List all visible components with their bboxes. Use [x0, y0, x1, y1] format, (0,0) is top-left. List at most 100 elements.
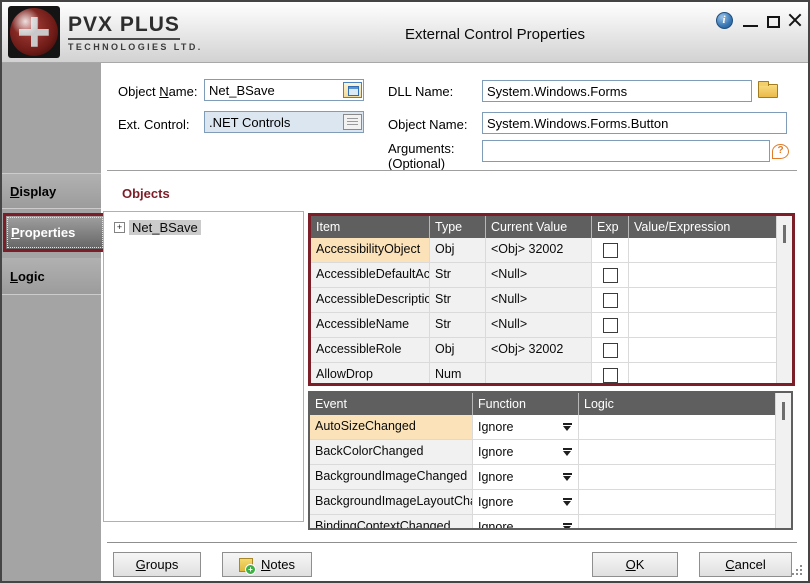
property-item-cell[interactable]: AccessibilityObject	[311, 238, 429, 262]
event-name-cell[interactable]: BindingContextChanged	[310, 515, 472, 530]
function-value: Ignore	[478, 441, 513, 464]
dropdown-arrow-icon	[563, 523, 572, 530]
event-function-dropdown[interactable]: Ignore	[472, 465, 578, 489]
event-function-dropdown[interactable]: Ignore	[472, 415, 578, 439]
event-function-dropdown[interactable]: Ignore	[472, 440, 578, 464]
groups-button-label: Groups	[136, 557, 179, 572]
event-logic-cell[interactable]	[578, 490, 776, 514]
exp-checkbox[interactable]	[603, 293, 618, 308]
property-value-expression-cell[interactable]	[628, 363, 777, 386]
events-scrollbar-thumb[interactable]	[782, 402, 785, 420]
property-exp-cell	[591, 338, 628, 362]
dropdown-arrow-icon	[563, 473, 572, 481]
column-header-event[interactable]: Event	[310, 393, 472, 415]
events-scrollbar[interactable]	[775, 393, 791, 528]
property-item-cell[interactable]: AccessibleRole	[311, 338, 429, 362]
event-function-dropdown[interactable]: Ignore	[472, 515, 578, 530]
objects-tree: + Net_BSave	[103, 211, 304, 522]
event-logic-cell[interactable]	[578, 515, 776, 530]
object-name2-label: Object Name:	[388, 117, 467, 132]
minimize-button[interactable]	[740, 10, 760, 30]
object-name2-field-wrap	[482, 112, 787, 134]
tree-expander-icon[interactable]: +	[114, 222, 125, 233]
property-type-cell: Obj	[429, 338, 485, 362]
property-item-cell[interactable]: AccessibleDefaultActi	[311, 263, 429, 287]
property-item-cell[interactable]: AllowDrop	[311, 363, 429, 386]
window-title: External Control Properties	[192, 26, 798, 43]
ext-control-list-icon[interactable]	[343, 114, 362, 130]
event-function-dropdown[interactable]: Ignore	[472, 490, 578, 514]
cancel-button-label: Cancel	[725, 557, 765, 572]
properties-scrollbar[interactable]	[776, 216, 792, 383]
event-logic-cell[interactable]	[578, 465, 776, 489]
close-icon	[787, 12, 803, 28]
exp-checkbox[interactable]	[603, 243, 618, 258]
ext-control-input[interactable]	[204, 111, 364, 133]
sidebar-item-properties[interactable]: Properties	[3, 213, 107, 252]
property-current-value-cell: <Null>	[485, 288, 591, 312]
event-row: AutoSizeChanged Ignore	[310, 415, 776, 440]
object-name-input[interactable]	[204, 79, 364, 101]
cancel-button[interactable]: Cancel	[699, 552, 792, 577]
property-value-expression-cell[interactable]	[628, 313, 777, 337]
event-name-cell[interactable]: BackgroundImageLayoutChang	[310, 490, 472, 514]
groups-button[interactable]: Groups	[113, 552, 201, 577]
event-logic-cell[interactable]	[578, 415, 776, 439]
property-exp-cell	[591, 313, 628, 337]
info-button[interactable]: i	[714, 10, 734, 30]
column-header-current-value[interactable]: Current Value	[485, 216, 591, 238]
ok-button[interactable]: OK	[592, 552, 678, 577]
sidebar-item-logic[interactable]: Logic	[2, 258, 101, 294]
maximize-button[interactable]	[763, 10, 783, 30]
property-item-cell[interactable]: AccessibleName	[311, 313, 429, 337]
exp-checkbox[interactable]	[603, 343, 618, 358]
property-value-expression-cell[interactable]	[628, 288, 777, 312]
tree-item-net-bsave[interactable]: + Net_BSave	[114, 220, 303, 235]
property-exp-cell	[591, 238, 628, 262]
notes-button-label: Notes	[261, 557, 295, 572]
exp-checkbox[interactable]	[603, 318, 618, 333]
event-row: BackgroundImageLayoutChang Ignore	[310, 490, 776, 515]
event-logic-cell[interactable]	[578, 440, 776, 464]
arguments-label: Arguments:	[388, 141, 454, 156]
column-header-item[interactable]: Item	[311, 216, 429, 238]
title-bar: PVX PLUS TECHNOLOGIES LTD. External Cont…	[2, 2, 808, 63]
ext-control-label: Ext. Control:	[118, 117, 190, 132]
property-type-cell: Obj	[429, 238, 485, 262]
column-header-logic[interactable]: Logic	[578, 393, 776, 415]
property-value-expression-cell[interactable]	[628, 263, 777, 287]
object-browse-icon[interactable]	[343, 82, 362, 98]
event-row: BackgroundImageChanged Ignore	[310, 465, 776, 490]
property-row: AccessibleDescription Str <Null>	[311, 288, 777, 313]
event-name-cell[interactable]: AutoSizeChanged	[310, 415, 472, 439]
column-header-exp[interactable]: Exp	[591, 216, 628, 238]
property-exp-cell	[591, 288, 628, 312]
property-current-value-cell: <Null>	[485, 313, 591, 337]
notes-button[interactable]: Notes	[222, 552, 312, 577]
sidebar-item-display[interactable]: Display	[2, 174, 101, 208]
arguments-help-icon[interactable]: ?	[772, 144, 789, 159]
object-name-label: Object Name:	[118, 84, 197, 99]
arguments-input[interactable]	[482, 140, 770, 162]
dll-name-input[interactable]	[482, 80, 752, 102]
property-current-value-cell	[485, 363, 591, 386]
dll-folder-icon[interactable]	[758, 84, 778, 98]
property-current-value-cell: <Obj> 32002	[485, 338, 591, 362]
event-name-cell[interactable]: BackColorChanged	[310, 440, 472, 464]
column-header-value-expression[interactable]: Value/Expression	[628, 216, 777, 238]
properties-scrollbar-thumb[interactable]	[783, 225, 786, 243]
properties-table: Item Type Current Value Exp Value/Expres…	[308, 213, 795, 386]
exp-checkbox[interactable]	[603, 268, 618, 283]
property-item-cell[interactable]: AccessibleDescription	[311, 288, 429, 312]
properties-table-header: Item Type Current Value Exp Value/Expres…	[311, 216, 777, 238]
property-value-expression-cell[interactable]	[628, 238, 777, 262]
object-name2-input[interactable]	[482, 112, 787, 134]
event-row: BindingContextChanged Ignore	[310, 515, 776, 530]
column-header-type[interactable]: Type	[429, 216, 485, 238]
property-value-expression-cell[interactable]	[628, 338, 777, 362]
column-header-function[interactable]: Function	[472, 393, 578, 415]
resize-grip[interactable]	[792, 565, 804, 577]
event-name-cell[interactable]: BackgroundImageChanged	[310, 465, 472, 489]
close-button[interactable]	[785, 10, 805, 30]
exp-checkbox[interactable]	[603, 368, 618, 383]
